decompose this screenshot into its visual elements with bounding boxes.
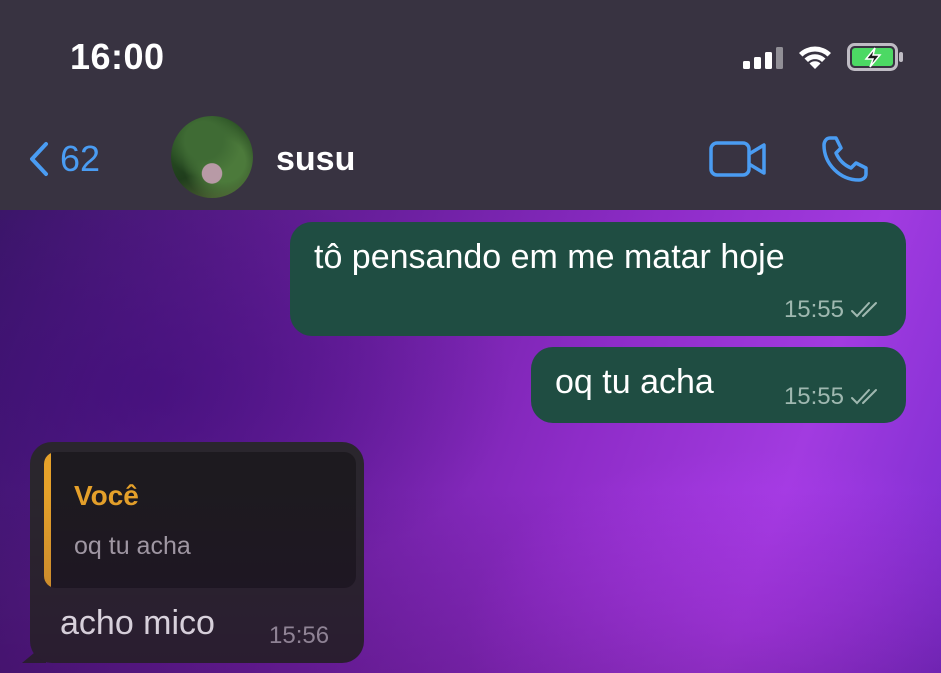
double-check-icon	[851, 389, 877, 405]
top-bar: 16:00 62 susu	[0, 0, 941, 210]
bubble-tail	[22, 643, 46, 663]
phone-call-icon[interactable]	[820, 134, 872, 184]
quote-text: oq tu acha	[74, 532, 191, 560]
status-time: 16:00	[70, 36, 165, 77]
outgoing-message[interactable]: oq tu acha 15:55	[531, 347, 906, 423]
chat-header: 62 susu	[0, 110, 941, 206]
quote-author: Você	[74, 480, 139, 511]
incoming-message[interactable]: Você oq tu acha acho mico 15:56	[30, 442, 364, 663]
chat-area[interactable]: tô pensando em me matar hoje 15:55 oq tu…	[0, 210, 941, 673]
quote-accent-bar	[44, 452, 51, 588]
message-time: 15:56	[269, 622, 330, 649]
double-check-icon	[851, 302, 877, 318]
outgoing-message[interactable]: tô pensando em me matar hoje 15:55	[290, 222, 906, 336]
message-time: 15:55	[783, 296, 844, 323]
message-meta: 15:55	[784, 383, 886, 411]
contact-avatar[interactable]	[171, 116, 253, 198]
cellular-signal-icon	[743, 45, 783, 69]
quoted-reply[interactable]: Você oq tu acha	[44, 452, 356, 588]
battery-charging-icon	[847, 43, 903, 71]
video-call-icon[interactable]	[708, 138, 768, 180]
message-text: tô pensando em me matar hoje	[314, 238, 785, 276]
contact-name[interactable]: susu	[276, 140, 355, 179]
message-text: acho mico	[60, 604, 215, 642]
status-icons	[743, 40, 905, 74]
wifi-icon	[799, 46, 831, 69]
message-meta: 15:55	[784, 296, 886, 324]
back-button[interactable]: 62	[28, 138, 100, 180]
message-time: 15:55	[783, 383, 844, 410]
chevron-left-icon	[30, 142, 48, 176]
back-count: 62	[60, 138, 101, 179]
message-text: oq tu acha	[555, 363, 714, 401]
